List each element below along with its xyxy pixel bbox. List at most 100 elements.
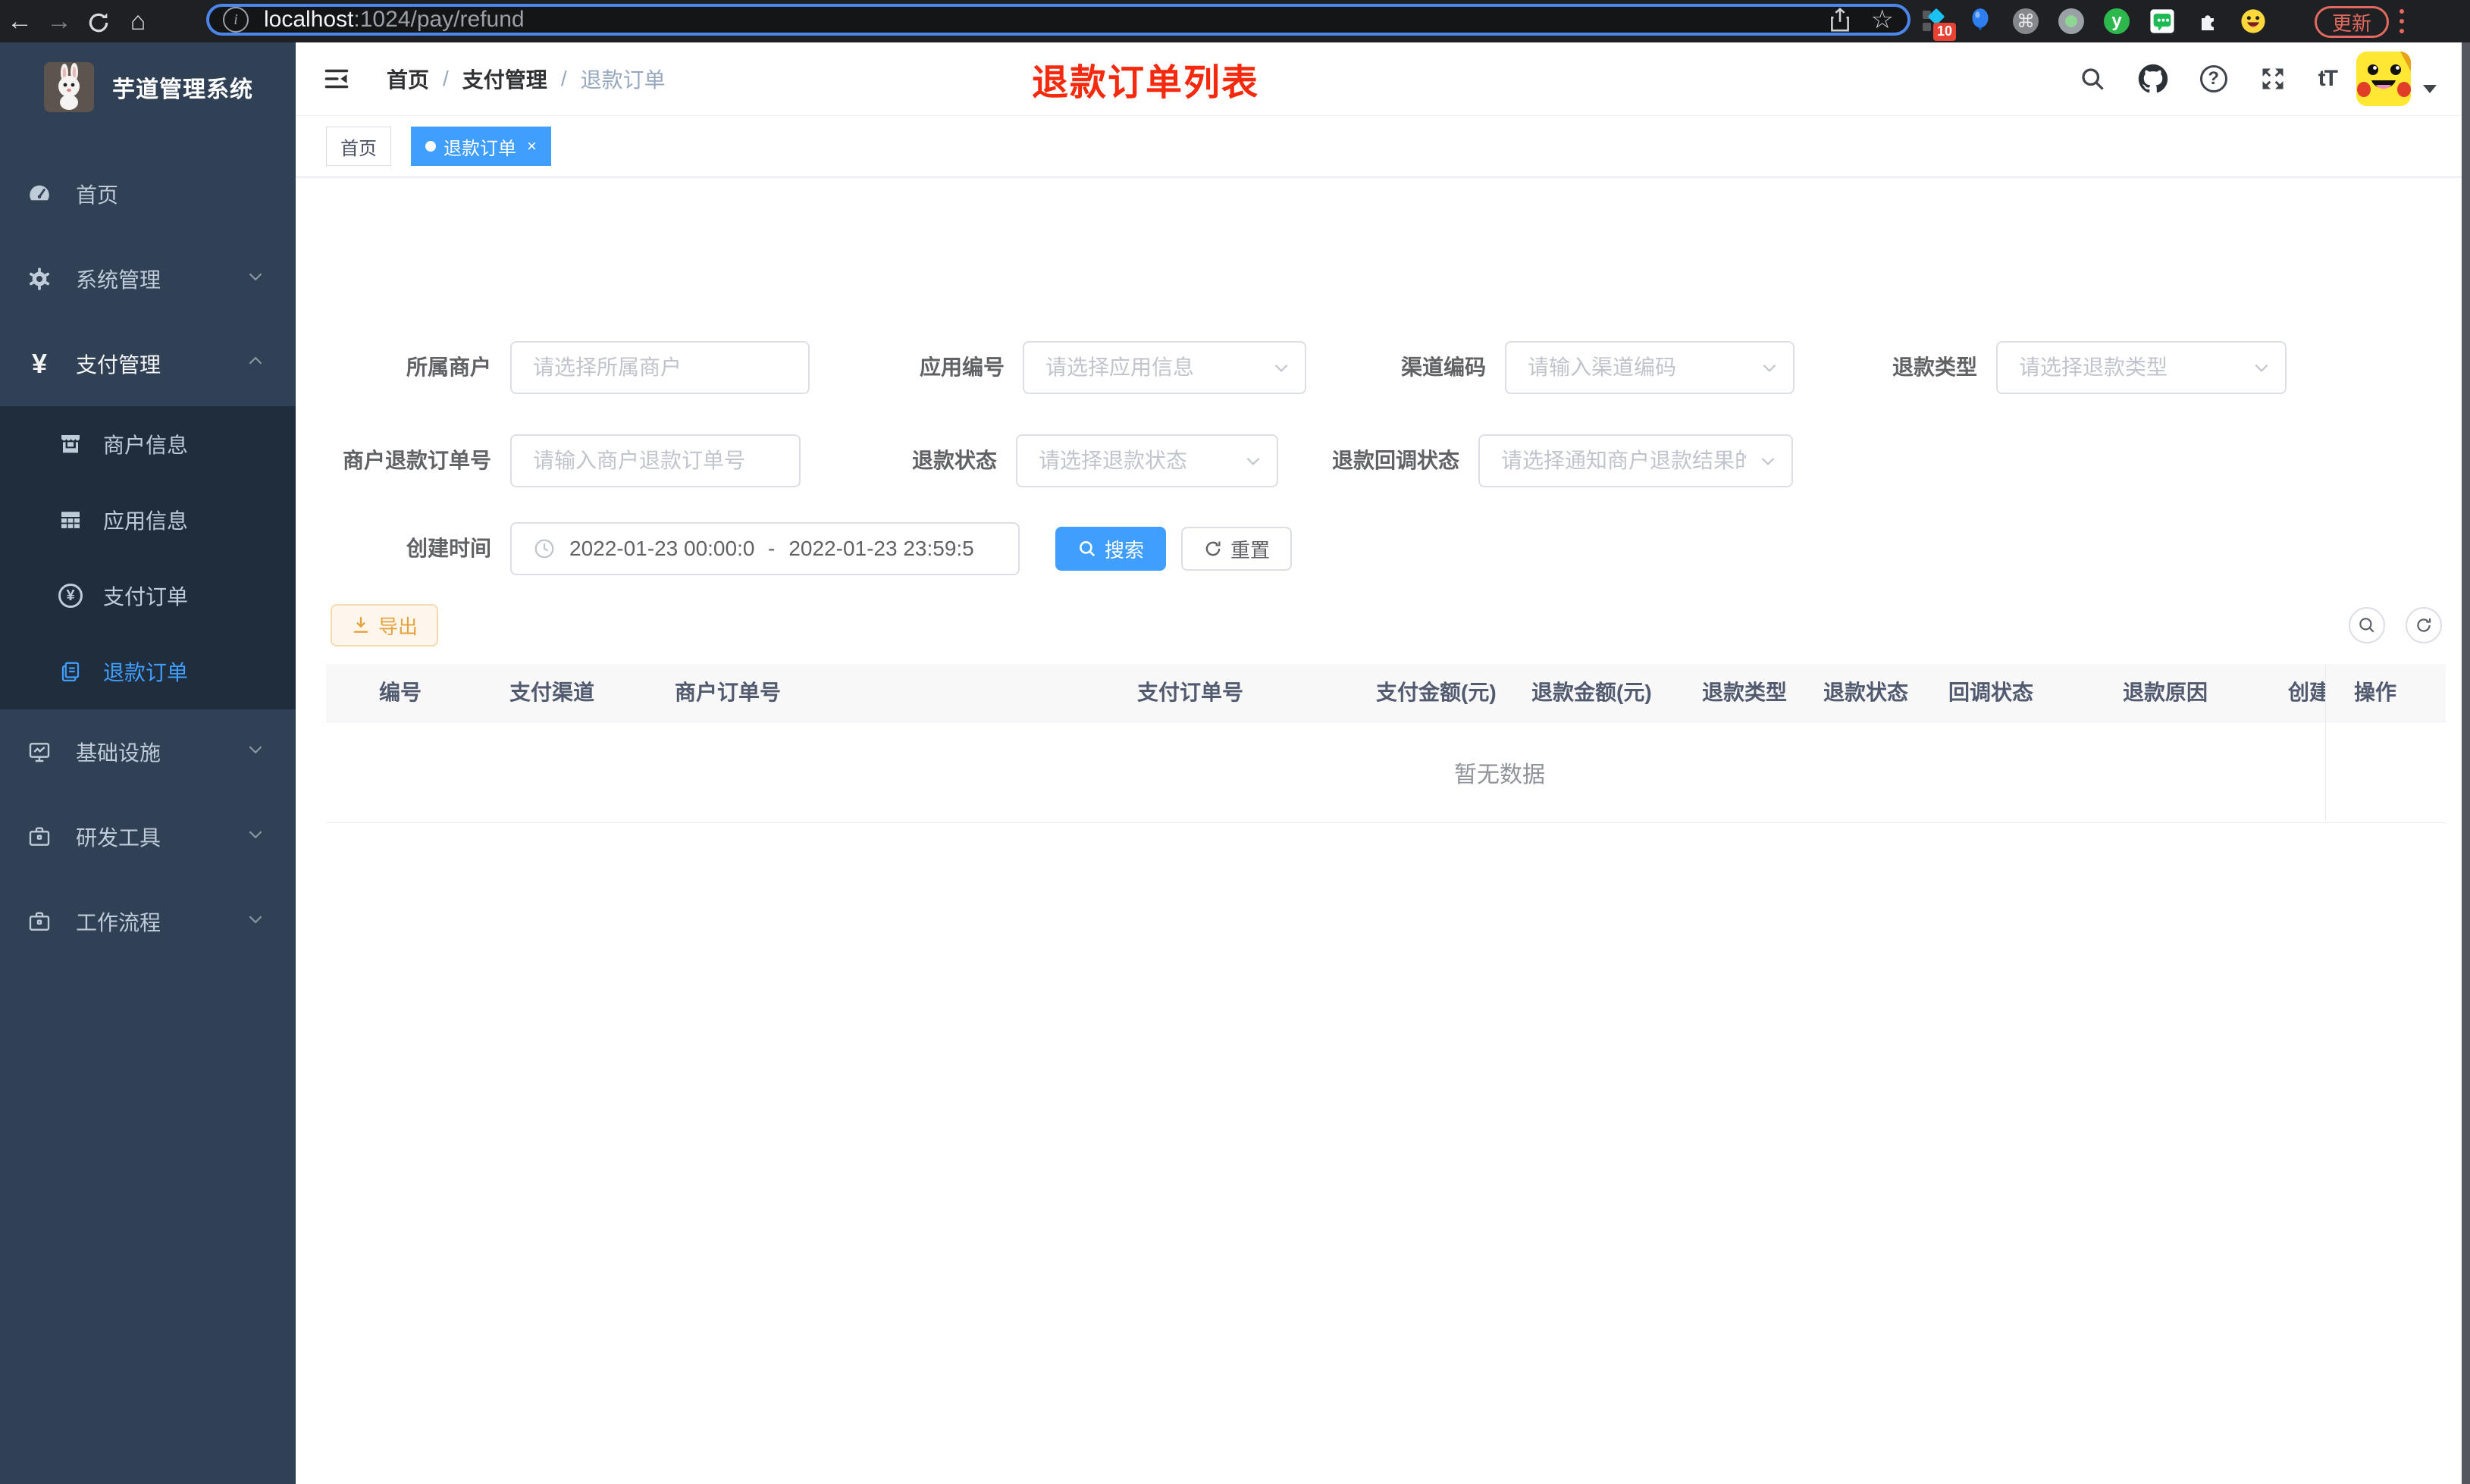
sidebar-item-merchant-info[interactable]: 商户信息	[0, 406, 296, 482]
help-icon[interactable]: ?	[2199, 65, 2227, 92]
share-icon[interactable]	[1829, 7, 1851, 33]
refresh-icon	[1205, 541, 1221, 556]
site-info-icon[interactable]: i	[223, 7, 249, 33]
refresh-table-button[interactable]	[2406, 607, 2442, 643]
sidebar-logo[interactable]: 芋道管理系统	[0, 42, 296, 112]
merchant-refund-no-input[interactable]	[510, 434, 801, 487]
browser-forward-icon[interactable]: →	[39, 0, 79, 42]
search-icon	[2359, 618, 2374, 633]
extension-badge: 10	[1932, 23, 1956, 41]
show-search-toggle-button[interactable]	[2349, 607, 2385, 643]
extension-dot-icon[interactable]	[2058, 8, 2085, 35]
refund-status-input[interactable]	[1016, 434, 1278, 487]
main-area: 首页 / 支付管理 / 退款订单 退款订单列表 ? tT 首页 退款订单 × 所…	[296, 42, 2470, 1484]
sidebar-item-refund-order[interactable]: 退款订单	[0, 634, 296, 709]
chevron-down-icon	[246, 267, 265, 292]
tab-home[interactable]: 首页	[326, 127, 391, 166]
topbar-icons: ? tT	[2079, 42, 2338, 115]
sidebar-item-home[interactable]: 首页	[0, 152, 296, 236]
extension-cmd-icon[interactable]: ⌘	[2012, 8, 2039, 35]
sidebar-item-devtools[interactable]: 研发工具	[0, 794, 296, 879]
breadcrumb-home[interactable]: 首页	[387, 64, 429, 94]
extension-emoji-icon[interactable]	[2240, 8, 2267, 35]
breadcrumb-current: 退款订单	[580, 68, 666, 92]
callback-status-select[interactable]	[1478, 434, 1793, 487]
channel-select[interactable]	[1505, 341, 1795, 394]
col-refund-status: 退款状态	[1823, 681, 1909, 704]
date-start-value[interactable]: 2022-01-23 00:00:00	[569, 537, 754, 561]
channel-input[interactable]	[1505, 341, 1795, 394]
create-time-range-picker[interactable]: 2022-01-23 00:00:00 - 2022-01-23 23:59:5…	[510, 522, 1020, 575]
table-body: 暂无数据	[326, 722, 2446, 823]
callback-status-input[interactable]	[1478, 434, 1793, 487]
col-callback-status: 回调状态	[1948, 681, 2034, 704]
merchant-input[interactable]	[510, 341, 810, 394]
search-icon[interactable]	[2079, 65, 2106, 92]
extension-diamond-icon[interactable]: 10	[1921, 8, 1956, 41]
fullscreen-icon[interactable]	[2259, 65, 2287, 92]
col-pay-amount: 支付金额(元)	[1376, 681, 1497, 704]
url-text[interactable]: localhost:1024/pay/refund	[264, 7, 1829, 33]
breadcrumb-payment[interactable]: 支付管理	[462, 64, 547, 94]
tabbar: 首页 退款订单 ×	[296, 116, 2470, 177]
extension-chat-icon[interactable]	[2149, 8, 2176, 35]
merchant-refund-no-field[interactable]	[510, 434, 801, 487]
avatar-caret-icon[interactable]	[2423, 85, 2437, 93]
chevron-down-icon	[246, 909, 265, 935]
sidebar-item-label: 支付订单	[103, 585, 189, 609]
merchant-select[interactable]	[510, 341, 810, 394]
chevron-down-icon	[246, 825, 265, 850]
tab-refund-order[interactable]: 退款订单 ×	[411, 127, 551, 166]
sidebar-item-system[interactable]: 系统管理	[0, 236, 296, 321]
col-pay-order-no: 支付订单号	[1137, 681, 1244, 704]
window-scrollbar[interactable]	[2462, 42, 2470, 1484]
url-host: localhost	[264, 7, 354, 32]
extension-puzzle-icon[interactable]	[2194, 8, 2221, 35]
extension-balloon-icon[interactable]	[1967, 8, 1994, 35]
sidebar-item-app-info[interactable]: 应用信息	[0, 482, 296, 558]
bookmark-star-icon[interactable]: ☆	[1871, 7, 1894, 33]
clock-icon	[533, 537, 556, 560]
search-button[interactable]: 搜索	[1055, 527, 1166, 571]
sidebar-fold-icon[interactable]	[323, 65, 350, 92]
refund-status-select[interactable]	[1016, 434, 1278, 487]
sidebar-item-workflow[interactable]: 工作流程	[0, 879, 296, 964]
sidebar-item-payment[interactable]: ¥ 支付管理	[0, 321, 296, 406]
payment-submenu: 商户信息 应用信息 ¥ 支付订单 退款订单	[0, 406, 296, 709]
date-end-value[interactable]: 2022-01-23 23:59:59	[788, 537, 973, 561]
col-create-time: 创建时间	[2288, 681, 2326, 704]
browser-home-icon[interactable]: ⌂	[118, 0, 158, 42]
col-refund-amount: 退款金额(元)	[1531, 681, 1652, 704]
app-input[interactable]	[1023, 341, 1306, 394]
refund-type-select[interactable]	[1996, 341, 2287, 394]
extension-y-icon[interactable]: y	[2103, 8, 2130, 35]
logo-rabbit-icon	[44, 62, 94, 112]
reset-button[interactable]: 重置	[1181, 527, 1292, 571]
export-button[interactable]: 导出	[331, 604, 438, 647]
browser-menu-icon[interactable]	[2396, 9, 2408, 33]
filter-label-app: 应用编号	[919, 355, 1005, 379]
filter-label-callback-status: 退款回调状态	[1331, 449, 1459, 472]
browser-reload-icon[interactable]	[79, 0, 118, 42]
filter-label-merchant: 所属商户	[406, 355, 491, 379]
sidebar-item-infra[interactable]: 基础设施	[0, 709, 296, 794]
browser-update-button[interactable]: 更新	[2315, 6, 2390, 38]
github-icon[interactable]	[2138, 64, 2168, 94]
tab-close-icon[interactable]: ×	[527, 138, 537, 155]
refund-table: 编号 支付渠道 商户订单号 支付订单号 支付金额(元) 退款金额(元) 退款类型…	[326, 664, 2446, 823]
chevron-up-icon	[246, 352, 265, 377]
breadcrumb: 首页 / 支付管理 / 退款订单	[387, 64, 666, 94]
col-id: 编号	[379, 681, 422, 704]
browser-back-icon[interactable]: ←	[0, 0, 39, 42]
sidebar-item-pay-order[interactable]: ¥ 支付订单	[0, 558, 296, 634]
date-separator: -	[768, 537, 776, 560]
filter-label-channel: 渠道编码	[1400, 355, 1486, 379]
app-select[interactable]	[1023, 341, 1306, 394]
url-bar[interactable]: i localhost:1024/pay/refund ☆	[206, 4, 1910, 36]
breadcrumb-separator: /	[443, 67, 449, 90]
avatar[interactable]	[2356, 52, 2411, 106]
filter-label-merchant-refund-no: 商户退款订单号	[342, 449, 491, 472]
dashboard-icon	[24, 181, 55, 207]
refund-type-input[interactable]	[1996, 341, 2287, 394]
font-size-icon[interactable]: tT	[2318, 66, 2338, 92]
